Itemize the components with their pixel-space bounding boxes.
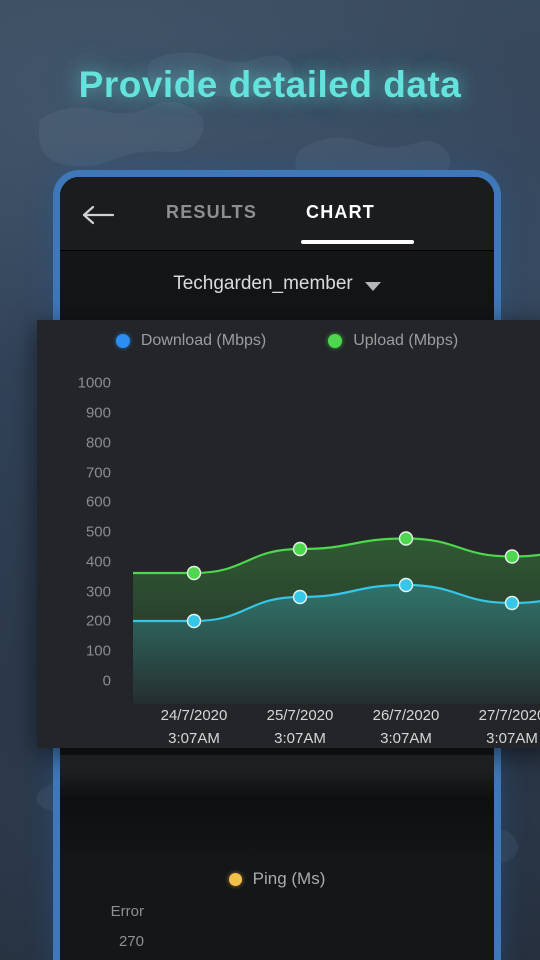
- data-point-upload-1[interactable]: [292, 541, 308, 557]
- chart-plot-area: 1000 900 800 700 600 500 400 300 200 100…: [37, 364, 540, 704]
- network-selector-dropdown[interactable]: Techgarden_member: [60, 251, 494, 317]
- app-bar: RESULTS CHART: [60, 177, 494, 251]
- y-tick-0: 0: [102, 672, 111, 690]
- x-tick-2-date: 26/7/2020: [372, 707, 440, 724]
- y-tick-300: 300: [85, 583, 111, 601]
- chart-overlay-card: Download (Mbps) Upload (Mbps) 1000 900 8…: [37, 320, 540, 748]
- chart-legend: Download (Mbps) Upload (Mbps): [37, 332, 537, 350]
- data-point-download-0[interactable]: [186, 613, 202, 629]
- data-point-download-2[interactable]: [398, 577, 414, 593]
- y-tick-800: 800: [85, 434, 111, 452]
- x-tick-3-time: 3:07AM: [486, 730, 538, 748]
- y-tick-200: 200: [85, 612, 111, 630]
- x-tick-0-time: 3:07AM: [168, 730, 220, 748]
- data-point-download-1[interactable]: [292, 589, 308, 605]
- ping-y-tick-270: 270: [118, 933, 144, 950]
- y-tick-100: 100: [85, 642, 111, 660]
- y-tick-1000: 1000: [77, 374, 111, 392]
- x-tick-0: 24/7/2020 3:07AM: [139, 704, 249, 748]
- data-point-download-3[interactable]: [504, 595, 520, 611]
- page-title: Provide detailed data: [78, 64, 462, 105]
- legend-label-download: Download (Mbps): [140, 332, 267, 349]
- ping-legend-label: Ping (Ms): [252, 869, 326, 888]
- data-point-upload-2[interactable]: [398, 531, 414, 546]
- legend-label-upload: Upload (Mbps): [353, 332, 459, 349]
- x-tick-3: 27/7/2020 3:07AM: [457, 704, 540, 748]
- y-tick-600: 600: [85, 493, 111, 511]
- tab-chart[interactable]: CHART: [306, 202, 375, 223]
- ping-legend: Ping (Ms): [60, 869, 494, 889]
- y-tick-700: 700: [85, 464, 111, 482]
- chevron-down-icon: [364, 281, 381, 291]
- legend-item-upload[interactable]: Upload (Mbps): [328, 332, 458, 350]
- section-shadow-gradient: [60, 755, 494, 855]
- y-tick-500: 500: [85, 523, 111, 541]
- x-tick-1-time: 3:07AM: [274, 730, 326, 748]
- x-tick-2: 26/7/2020 3:07AM: [351, 704, 461, 748]
- x-tick-1: 25/7/2020 3:07AM: [245, 704, 355, 748]
- back-arrow-icon[interactable]: [82, 203, 116, 227]
- chart-x-axis: 24/7/2020 3:07AM 25/7/2020 3:07AM 26/7/2…: [37, 704, 540, 748]
- legend-dot-upload-icon: [328, 334, 343, 348]
- chart-series-svg: [133, 531, 540, 704]
- legend-dot-download-icon: [115, 334, 130, 348]
- x-tick-1-date: 25/7/2020: [266, 707, 334, 724]
- ping-chart-section: Ping (Ms) Error 270 210 180: [60, 755, 494, 960]
- ping-y-tick-error: Error: [110, 903, 144, 920]
- data-point-upload-3[interactable]: [504, 549, 520, 564]
- active-tab-indicator: [301, 240, 414, 244]
- tab-results[interactable]: RESULTS: [166, 202, 257, 223]
- x-tick-2-time: 3:07AM: [380, 730, 432, 748]
- network-selector-label: Techgarden_member: [173, 273, 353, 294]
- data-point-upload-0[interactable]: [186, 565, 202, 581]
- x-tick-3-date: 27/7/2020: [478, 707, 540, 724]
- legend-dot-ping-icon: [228, 872, 242, 886]
- y-tick-400: 400: [85, 553, 111, 571]
- legend-item-download[interactable]: Download (Mbps): [115, 332, 267, 350]
- x-tick-0-date: 24/7/2020: [160, 707, 228, 724]
- y-tick-900: 900: [85, 404, 111, 422]
